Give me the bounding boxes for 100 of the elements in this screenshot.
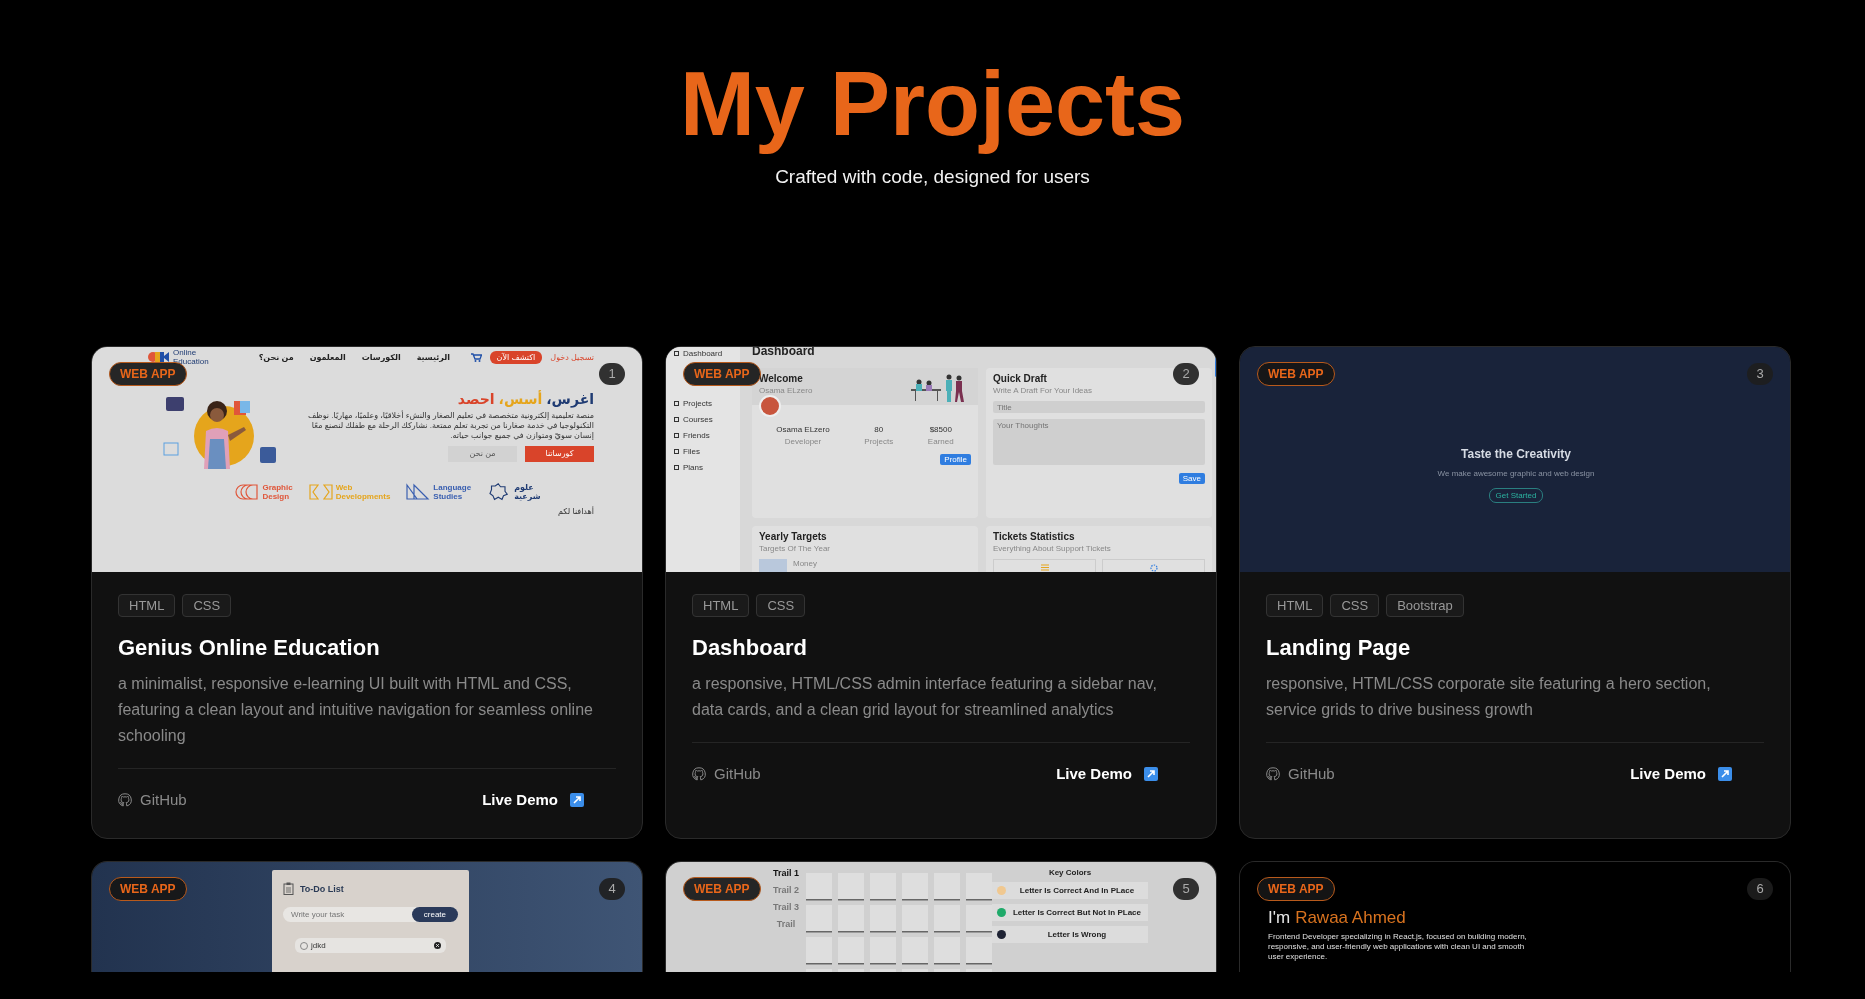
logo-icon	[148, 351, 170, 363]
card-subtitle: Write A Draft For Your Ideas	[993, 386, 1093, 395]
category-label: Graphic Design	[262, 483, 293, 501]
key-color-text: Letter Is Wrong	[1046, 930, 1108, 939]
target-label: Money	[793, 559, 817, 570]
menu-item-icon	[674, 465, 679, 470]
create-button[interactable]: create	[411, 907, 458, 922]
stat-label: Earned	[927, 437, 954, 446]
sidebar-item[interactable]: Files	[683, 447, 700, 456]
nav-link[interactable]: من نحن؟	[258, 352, 294, 362]
tech-tag: HTML	[692, 594, 750, 617]
project-description: a minimalist, responsive e-learning UI built with HTML and CSS, featuring a clean layout and intuitive navigation for seamless online schooling	[118, 671, 616, 769]
key-colors-title: Key Colors	[1048, 868, 1092, 877]
project-description: a responsive, HTML/CSS admin interface featuring a sidebar nav, data cards, and a clean grid layout for streamlined analytics	[692, 671, 1190, 743]
menu-item-icon	[674, 417, 679, 422]
app-title: To-Do List	[300, 883, 344, 894]
intro-text: Frontend Developer specializing in React.js, focused on building modern, responsive, and user-friendly web applications with clean UI and smooth user experience.	[1268, 932, 1528, 962]
card-title: Tickets Statistics	[993, 531, 1075, 542]
arrow-icon	[1718, 766, 1732, 781]
category-logo-icon	[235, 483, 260, 501]
section-heading: أهدافنا لكم	[557, 507, 595, 516]
live-demo-link[interactable]: Live Demo	[1044, 765, 1170, 782]
spinner-icon	[1149, 564, 1158, 572]
hero-title: Taste the Creativity	[1461, 447, 1571, 461]
tech-tag: CSS	[756, 594, 806, 617]
avatar	[759, 395, 781, 417]
menu-item-icon	[674, 433, 679, 438]
github-link[interactable]: GitHub	[118, 791, 187, 808]
card-subtitle: Targets Of The Year	[759, 544, 831, 553]
hero-button[interactable]: من نحن	[448, 446, 517, 462]
category-badge: WEB APP	[109, 877, 187, 901]
sidebar-item[interactable]: Plans	[683, 463, 703, 472]
github-link[interactable]: GitHub	[1266, 765, 1335, 782]
delete-icon	[434, 942, 441, 949]
github-link[interactable]: GitHub	[692, 765, 761, 782]
stat-value: Osama ELzero	[776, 425, 830, 434]
nav-link[interactable]: الرئيسية	[416, 352, 450, 362]
github-icon	[118, 792, 132, 807]
sidebar-item[interactable]: Projects	[683, 399, 712, 408]
category-badge: WEB APP	[683, 362, 761, 386]
greeting-text: I'm	[1268, 908, 1291, 928]
menu-item-icon	[674, 401, 679, 406]
dashboard-heading: Dashboard	[752, 347, 815, 358]
live-demo-link[interactable]: Live Demo	[470, 791, 596, 808]
tech-tag: CSS	[1330, 594, 1380, 617]
page-title: My Projects	[679, 53, 1186, 156]
category-badge: WEB APP	[1257, 362, 1335, 386]
tech-tag: CSS	[182, 594, 232, 617]
card-title: Welcome	[759, 373, 803, 384]
task-text: jdkd	[311, 941, 327, 950]
nav-link[interactable]: المعلمون	[309, 352, 346, 362]
menu-item-icon	[674, 449, 679, 454]
card-subtitle: Everything About Support Tickets	[993, 544, 1112, 553]
nav-link[interactable]: الكورسات	[361, 352, 401, 362]
hero-text: We make awesome graphic and web design	[1437, 469, 1595, 478]
project-title: Genius Online Education	[118, 635, 381, 661]
name-text: Rawaa Ahmed	[1295, 908, 1406, 928]
github-icon	[1266, 766, 1280, 781]
list-icon	[1040, 564, 1049, 571]
sidebar-item[interactable]: Dashboard	[683, 349, 723, 358]
title-field[interactable]: Title	[993, 401, 1205, 413]
cart-icon	[470, 352, 482, 362]
category-logo-icon	[406, 483, 431, 501]
stat-value: $8500	[929, 425, 952, 434]
cta-button[interactable]: اكتشف الآن	[489, 350, 543, 364]
profile-button[interactable]: Profile	[940, 454, 971, 465]
headline-word: أسس،	[498, 391, 543, 407]
tech-tag: Bootstrap	[1386, 594, 1464, 617]
hero-text: منصة تعليمية إلكترونية متخصصة في تعليم الصغار والنشء أخلاقيًا، وعلميًا، مهاريًا. نوظف التكنولوجيا في خدمة صغارنا من تجربة تعلم ممتعة. نشاركك الرحلة مع طفلك لنصنع معًا إنسان سويّ ومتوازن في جميع جوانب حياته.	[307, 411, 594, 441]
trail-label: Trail 2	[772, 885, 800, 896]
clipboard-icon	[283, 882, 294, 895]
card-subtitle: Osama ELzero	[759, 386, 813, 395]
headline-word: احصد	[457, 391, 495, 407]
sidebar-item[interactable]: Friends	[683, 431, 710, 440]
project-title: Landing Page	[1266, 635, 1412, 661]
category-badge: WEB APP	[683, 877, 761, 901]
key-color-text: Letter Is Correct And In PLace	[1018, 886, 1136, 895]
category-label: Web Developments	[335, 483, 391, 501]
task-field[interactable]: Write your task create	[283, 907, 458, 922]
category-logo-icon	[308, 483, 333, 501]
category-label: Language Studies	[433, 483, 472, 501]
trail-label: Trail 1	[772, 868, 800, 879]
headline-word: اغرس،	[546, 391, 594, 407]
live-demo-link[interactable]: Live Demo	[1618, 765, 1744, 782]
arrow-icon	[1144, 766, 1158, 781]
card-title: Quick Draft	[993, 373, 1047, 384]
thoughts-field[interactable]: Your Thoughts	[993, 419, 1205, 465]
hero-button[interactable]: كورساتنا	[525, 446, 594, 462]
project-description: responsive, HTML/CSS corporate site featuring a hero section, service grids to drive business growth	[1266, 671, 1764, 743]
category-badge: WEB APP	[1257, 877, 1335, 901]
stat-label: Projects	[864, 437, 894, 446]
github-icon	[692, 766, 706, 781]
stat-label: Developer	[784, 437, 822, 446]
tech-tag: HTML	[1266, 594, 1324, 617]
page-subtitle: Crafted with code, designed for users	[775, 166, 1090, 188]
sidebar-item[interactable]: Courses	[683, 415, 713, 424]
tech-tag: HTML	[118, 594, 176, 617]
card-title: Yearly Targets	[759, 531, 827, 542]
save-button[interactable]: Save	[1178, 473, 1205, 484]
get-started-button[interactable]: Get Started	[1488, 488, 1544, 503]
